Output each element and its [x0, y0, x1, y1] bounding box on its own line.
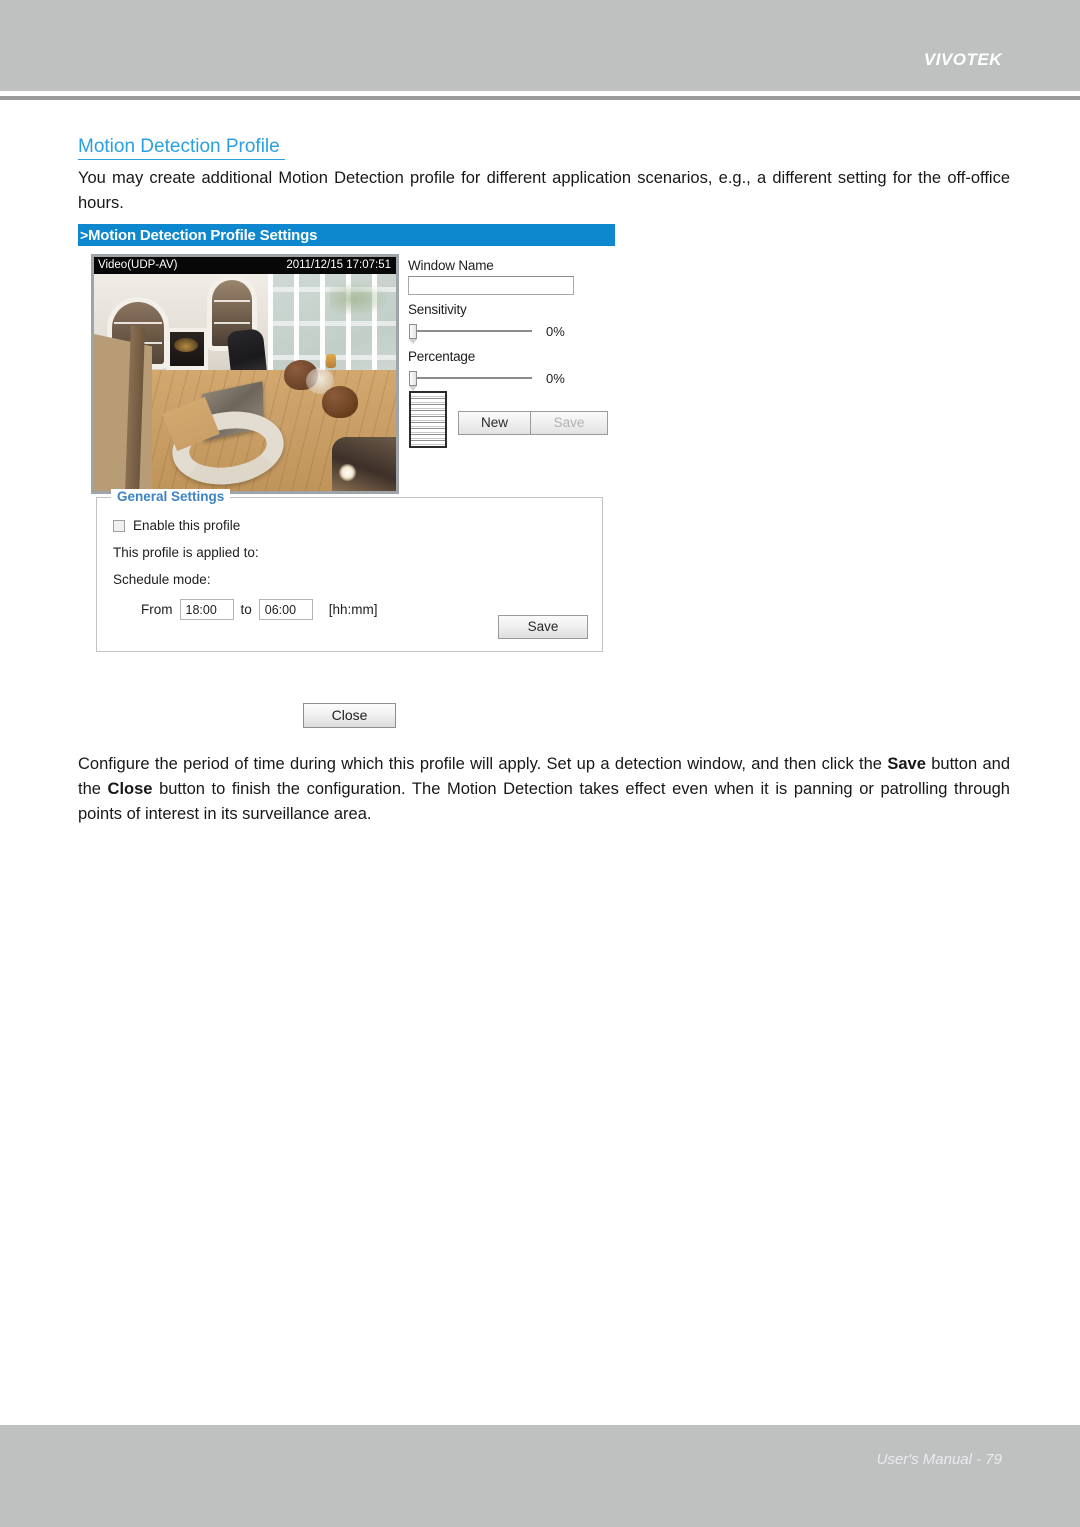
percentage-label: Percentage [408, 349, 476, 364]
new-window-button[interactable]: New [458, 411, 530, 435]
percentage-slider-row: 0% [408, 367, 616, 391]
settings-header-title: Motion Detection Profile Settings [87, 227, 318, 244]
page-title: Motion Detection Profile [78, 136, 285, 160]
slider-track [416, 377, 532, 379]
general-settings-group: General Settings Enable this profile Thi… [96, 489, 603, 652]
page-header: VIVOTEK [0, 0, 1080, 91]
window-name-input[interactable] [408, 276, 574, 295]
general-settings-save-button[interactable]: Save [498, 615, 588, 639]
window-action-buttons: New Save [458, 411, 608, 435]
schedule-mode-label: Schedule mode: [113, 572, 211, 587]
window-tools-row: New Save [408, 391, 616, 448]
percentage-slider[interactable] [408, 368, 532, 391]
video-osd-bar: Video(UDP-AV) 2011/12/15 17:07:51 [94, 257, 396, 274]
expand-caret-icon: > [80, 227, 88, 243]
applied-to-label: This profile is applied to: [113, 545, 259, 560]
sensitivity-value: 0% [546, 323, 565, 339]
video-scene-image [94, 274, 396, 491]
to-label: to [240, 602, 252, 617]
video-preview-panel[interactable]: Video(UDP-AV) 2011/12/15 17:07:51 [91, 254, 399, 494]
motion-level-meter-icon [409, 391, 447, 448]
slider-thumb[interactable] [409, 371, 417, 391]
closing-bold-save: Save [887, 755, 926, 773]
window-name-label: Window Name [408, 258, 494, 273]
video-stream-label: Video(UDP-AV) [98, 259, 178, 271]
from-label: From [141, 602, 173, 617]
general-settings-legend: General Settings [111, 489, 231, 504]
page-footer: User's Manual - 79 [0, 1425, 1080, 1527]
closing-paragraph: Configure the period of time during whic… [78, 752, 1010, 827]
slider-track [416, 330, 532, 332]
slider-thumb[interactable] [409, 324, 417, 344]
intro-paragraph: You may create additional Motion Detecti… [78, 169, 1010, 212]
enable-profile-checkbox[interactable] [113, 519, 125, 532]
video-timestamp: 2011/12/15 17:07:51 [286, 259, 391, 271]
from-time-input[interactable]: 18:00 [179, 599, 234, 620]
sensitivity-label: Sensitivity [408, 302, 467, 317]
enable-profile-label: Enable this profile [133, 518, 241, 533]
footer-page-label: User's Manual - 79 [876, 1451, 1002, 1468]
closing-bold-close: Close [107, 780, 153, 798]
sensitivity-slider-row: 0% [408, 320, 616, 344]
time-format-hint: [hh:mm] [328, 602, 378, 617]
settings-header-bar: >Motion Detection Profile Settings [78, 224, 615, 246]
save-window-button[interactable]: Save [530, 411, 608, 435]
close-button[interactable]: Close [303, 703, 396, 728]
motion-detection-profile-settings: >Motion Detection Profile Settings Video… [78, 224, 618, 509]
closing-text-1: Configure the period of time during whic… [78, 755, 888, 773]
header-divider [0, 96, 1080, 100]
detection-window-form: Window Name Sensitivity 0% Percentage 0%… [408, 258, 616, 448]
to-time-input[interactable]: 06:00 [258, 599, 313, 620]
enable-profile-row[interactable]: Enable this profile [113, 518, 602, 533]
vivotek-logo: VIVOTEK [923, 50, 1002, 69]
percentage-value: 0% [546, 370, 565, 386]
closing-text-3: button to finish the configuration. The … [78, 780, 1010, 823]
sensitivity-slider[interactable] [408, 321, 532, 344]
settings-widget-body: Video(UDP-AV) 2011/12/15 17:07:51 Window… [78, 254, 618, 509]
